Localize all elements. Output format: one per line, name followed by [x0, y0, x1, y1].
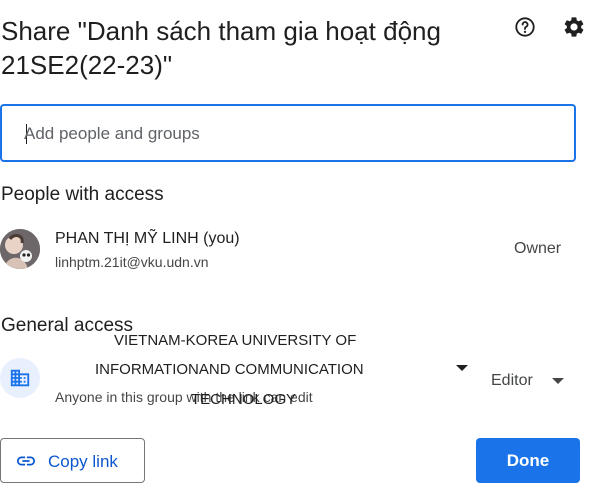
role-dropdown[interactable]: Editor: [490, 370, 574, 394]
org-line-3: TECHNOLOGY: [191, 391, 297, 408]
add-people-field[interactable]: [0, 104, 576, 162]
owner-role-label: Owner: [514, 240, 562, 257]
dialog-title: Share "Danh sách tham gia hoạt động 21SE…: [1, 16, 441, 80]
building-icon: [0, 358, 40, 398]
help-icon[interactable]: [513, 15, 537, 39]
copy-link-label: Copy link: [48, 452, 118, 471]
chevron-down-icon: [552, 378, 564, 384]
general-access-dropdown[interactable]: VIETNAM-KOREA UNIVERSITY OF INFORMATIONA…: [56, 332, 476, 380]
chevron-down-icon: [456, 365, 468, 371]
copy-link-button[interactable]: Copy link: [0, 438, 145, 483]
link-icon: [15, 452, 37, 470]
org-line-2: INFORMATIONAND COMMUNICATION: [95, 361, 364, 378]
org-line-1: VIETNAM-KOREA UNIVERSITY OF: [114, 332, 357, 349]
add-people-input[interactable]: [22, 106, 566, 162]
gear-icon[interactable]: [562, 15, 586, 39]
person-email: linhptm.21it@vku.udn.vn: [55, 254, 209, 270]
person-name: PHAN THỊ MỸ LINH (you): [55, 230, 240, 247]
done-button[interactable]: Done: [476, 438, 580, 483]
role-label: Editor: [491, 372, 533, 389]
avatar[interactable]: [0, 229, 40, 269]
people-with-access-heading: People with access: [1, 184, 164, 205]
